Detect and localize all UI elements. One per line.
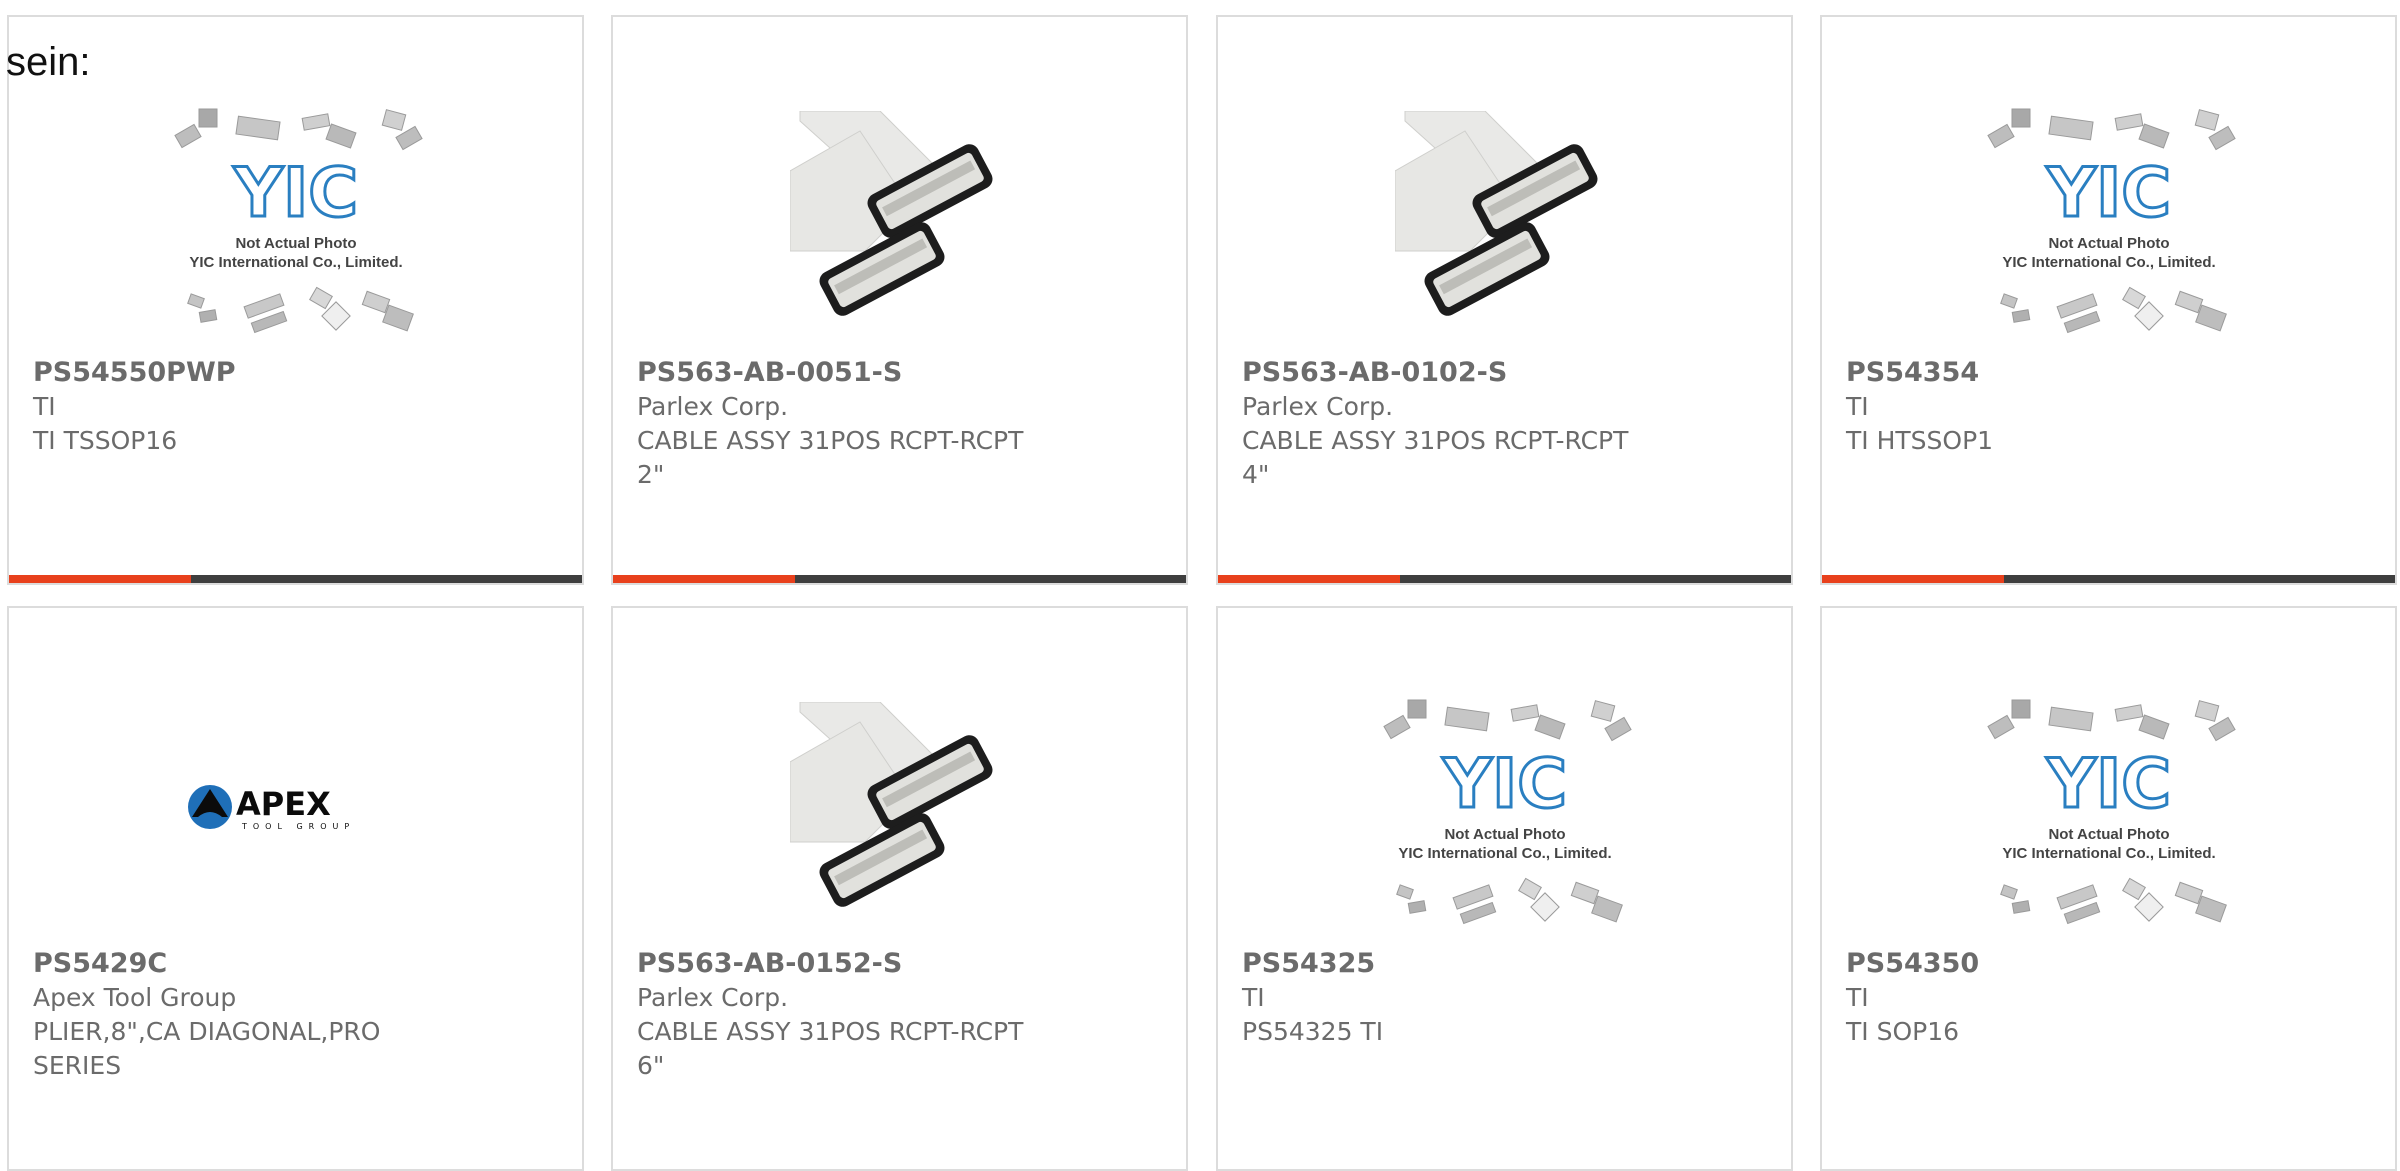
product-image[interactable]: YIC Not Actual Photo YIC International C… [9, 85, 582, 347]
svg-text:Not Actual Photo: Not Actual Photo [235, 235, 356, 252]
part-number[interactable]: PS54325 [1242, 947, 1662, 981]
product-card[interactable]: YIC Not Actual Photo YIC International C… [1216, 606, 1793, 1171]
card-accent [1218, 575, 1400, 583]
ribbon-cable-image [789, 111, 992, 316]
svg-text:YIC: YIC [2045, 745, 2170, 824]
product-image[interactable] [613, 85, 1186, 347]
product-card[interactable]: YIC Not Actual Photo YIC International C… [1820, 15, 2397, 585]
svg-text:YIC: YIC [232, 154, 357, 233]
yic-logo: YIC [231, 153, 359, 235]
product-info: PS563-AB-0051-S Parlex Corp. CABLE ASSY … [637, 356, 1057, 492]
description: PLIER,8",CA DIAGONAL,PRO SERIES [33, 1017, 381, 1080]
description: CABLE ASSY 31POS RCPT-RCPT 6" [637, 1017, 1024, 1080]
page-label: sein: [6, 40, 91, 84]
card-bottom-bar [9, 575, 582, 583]
yic-logo: YIC [1440, 744, 1568, 826]
card-bottom-bar [1822, 575, 2395, 583]
card-accent [613, 575, 795, 583]
svg-text:YIC: YIC [1441, 745, 1566, 824]
product-card[interactable]: YIC Not Actual Photo YIC International C… [7, 15, 584, 585]
svg-text:YIC International Co., Limited: YIC International Co., Limited. [2002, 845, 2215, 862]
product-card[interactable]: PS563-AB-0102-S Parlex Corp. CABLE ASSY … [1216, 15, 1793, 585]
product-card[interactable]: YIC Not Actual Photo YIC International C… [1820, 606, 2397, 1171]
product-info: PS563-AB-0152-S Parlex Corp. CABLE ASSY … [637, 947, 1057, 1083]
product-image[interactable]: YIC Not Actual Photo YIC International C… [1822, 676, 2395, 938]
part-number[interactable]: PS54550PWP [33, 356, 453, 390]
yic-logo: YIC [2044, 153, 2172, 235]
product-card[interactable]: PS563-AB-0152-S Parlex Corp. CABLE ASSY … [611, 606, 1188, 1171]
description: CABLE ASSY 31POS RCPT-RCPT 4" [1242, 426, 1629, 489]
part-number[interactable]: PS563-AB-0051-S [637, 356, 1057, 390]
card-accent [9, 575, 191, 583]
description: CABLE ASSY 31POS RCPT-RCPT 2" [637, 426, 1024, 489]
product-image[interactable] [1218, 85, 1791, 347]
svg-text:Not Actual Photo: Not Actual Photo [2048, 235, 2169, 252]
description: TI HTSSOP1 [1846, 426, 1994, 455]
product-card[interactable]: PS563-AB-0051-S Parlex Corp. CABLE ASSY … [611, 15, 1188, 585]
manufacturer: Parlex Corp. [1242, 392, 1394, 421]
yic-placeholder-image: YIC Not Actual Photo YIC International C… [173, 108, 423, 334]
svg-text:YIC International Co., Limited: YIC International Co., Limited. [1398, 845, 1611, 862]
product-info: PS54350 TI TI SOP16 [1846, 947, 2266, 1049]
part-number[interactable]: PS563-AB-0102-S [1242, 356, 1662, 390]
svg-text:Not Actual Photo: Not Actual Photo [1444, 826, 1565, 843]
product-image[interactable]: APEX TOOL GROUP [9, 676, 582, 938]
manufacturer: TI [1846, 392, 1869, 421]
product-image[interactable]: YIC Not Actual Photo YIC International C… [1822, 85, 2395, 347]
manufacturer: TI [1242, 983, 1265, 1012]
yic-placeholder-image: YIC Not Actual Photo YIC International C… [1986, 699, 2236, 925]
manufacturer: Apex Tool Group [33, 983, 237, 1012]
description: PS54325 TI [1242, 1017, 1384, 1046]
manufacturer: TI [33, 392, 56, 421]
product-image[interactable]: YIC Not Actual Photo YIC International C… [1218, 676, 1791, 938]
product-info: PS54550PWP TI TI TSSOP16 [33, 356, 453, 458]
product-info: PS54325 TI PS54325 TI [1242, 947, 1662, 1049]
manufacturer: Parlex Corp. [637, 983, 789, 1012]
ribbon-cable-image [1394, 111, 1597, 316]
svg-text:YIC International Co., Limited: YIC International Co., Limited. [2002, 254, 2215, 271]
card-accent [1822, 575, 2004, 583]
svg-text:TOOL GROUP: TOOL GROUP [241, 822, 355, 831]
product-image[interactable] [613, 676, 1186, 938]
manufacturer: TI [1846, 983, 1869, 1012]
part-number[interactable]: PS5429C [33, 947, 453, 981]
ribbon-cable-image [789, 702, 992, 907]
product-info: PS54354 TI TI HTSSOP1 [1846, 356, 2266, 458]
description: TI TSSOP16 [33, 426, 178, 455]
yic-placeholder-image: YIC Not Actual Photo YIC International C… [1986, 108, 2236, 334]
description: TI SOP16 [1846, 1017, 1960, 1046]
yic-logo: YIC [2044, 744, 2172, 826]
part-number[interactable]: PS54354 [1846, 356, 2266, 390]
svg-text:YIC: YIC [2045, 154, 2170, 233]
part-number[interactable]: PS563-AB-0152-S [637, 947, 1057, 981]
svg-text:Not Actual Photo: Not Actual Photo [2048, 826, 2169, 843]
yic-placeholder-image: YIC Not Actual Photo YIC International C… [1382, 699, 1632, 925]
manufacturer: Parlex Corp. [637, 392, 789, 421]
product-card[interactable]: APEX TOOL GROUP PS5429C Apex Tool Group … [7, 606, 584, 1171]
product-info: PS5429C Apex Tool Group PLIER,8",CA DIAG… [33, 947, 453, 1083]
svg-text:APEX: APEX [236, 785, 331, 823]
card-bottom-bar [613, 575, 1186, 583]
card-bottom-bar [1218, 575, 1791, 583]
svg-text:YIC International Co., Limited: YIC International Co., Limited. [189, 254, 402, 271]
apex-logo-image: APEX TOOL GROUP [187, 785, 355, 831]
product-info: PS563-AB-0102-S Parlex Corp. CABLE ASSY … [1242, 356, 1662, 492]
part-number[interactable]: PS54350 [1846, 947, 2266, 981]
